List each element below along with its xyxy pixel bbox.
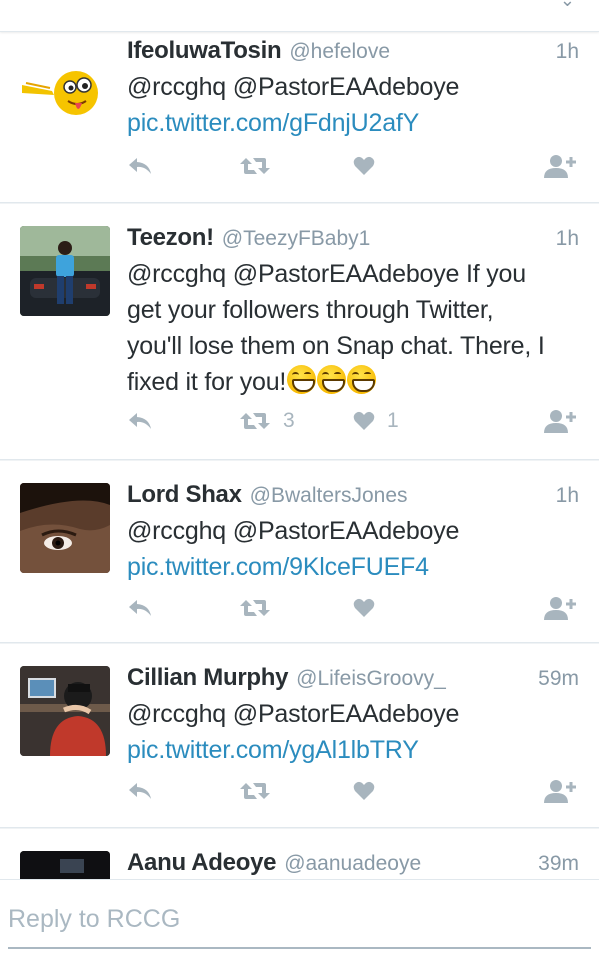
reply-icon: [129, 158, 151, 174]
reply-icon: [129, 783, 151, 799]
follow-button[interactable]: [543, 778, 579, 804]
reply-button[interactable]: [127, 597, 153, 619]
like-count: 1: [387, 409, 399, 432]
tweet-text-line: @rccghq @PastorEAAdeboye If you: [127, 260, 526, 288]
retweet-button[interactable]: [239, 780, 283, 802]
tweet[interactable]: Lord Shax @BwaltersJones 1h @rccghq @Pas…: [0, 460, 599, 643]
user-handle[interactable]: @hefelove: [289, 34, 547, 70]
avatar[interactable]: [20, 666, 110, 756]
like-button[interactable]: [353, 781, 387, 801]
tweet[interactable]: Teezon! @TeezyFBaby1 1h @rccghq @PastorE…: [0, 203, 599, 460]
tweet-header: IfeoluwaTosin @hefelove 1h: [127, 33, 579, 69]
tweet-link[interactable]: pic.twitter.com/9KlceFUEF4: [127, 549, 579, 585]
tweet[interactable]: Cillian Murphy @LifeisGroovy_ 59m @rccgh…: [0, 643, 599, 828]
user-name[interactable]: Aanu Adeoye: [127, 845, 276, 879]
user-name[interactable]: Lord Shax: [127, 477, 242, 513]
user-handle[interactable]: @aanuadeoye: [284, 846, 530, 879]
user-handle[interactable]: @LifeisGroovy_: [296, 661, 530, 697]
tweet-actions: [127, 776, 579, 806]
chevron-down-icon[interactable]: ⌄: [560, 0, 575, 11]
tweet-link[interactable]: pic.twitter.com/gFdnjU2afY: [127, 105, 579, 141]
tweet-text-fragment: fixed it for you!: [127, 368, 287, 396]
user-handle[interactable]: @TeezyFBaby1: [222, 221, 548, 257]
retweet-button[interactable]: [239, 155, 283, 177]
tweet-time: 1h: [555, 484, 579, 507]
reply-button[interactable]: [127, 410, 153, 432]
tweet-text: @rccghq @PastorEAAdeboye pic.twitter.com…: [127, 696, 579, 768]
user-name[interactable]: Teezon!: [127, 220, 214, 256]
like-icon: [353, 411, 375, 430]
tweet-text-line: get your followers through Twitter,: [127, 296, 494, 324]
retweet-count: 3: [283, 409, 295, 432]
like-button[interactable]: [353, 156, 387, 176]
like-icon: [353, 156, 375, 175]
retweet-icon: [240, 783, 270, 799]
follow-icon: [544, 410, 576, 433]
reply-input[interactable]: [8, 904, 591, 934]
tweet-mentions: @rccghq @PastorEAAdeboye: [127, 700, 460, 728]
user-name[interactable]: Cillian Murphy: [127, 660, 288, 696]
retweet-icon: [240, 413, 270, 429]
tweet-header: Cillian Murphy @LifeisGroovy_ 59m: [127, 660, 579, 696]
reply-icon: [129, 413, 151, 429]
reply-icon: [129, 600, 151, 616]
follow-button[interactable]: [543, 595, 579, 621]
like-icon: [353, 598, 375, 617]
like-button[interactable]: 1: [353, 409, 399, 433]
user-name[interactable]: IfeoluwaTosin: [127, 33, 282, 69]
tweet-actions: [127, 151, 579, 181]
avatar[interactable]: [20, 41, 110, 131]
reply-composer: [0, 879, 599, 960]
reply-button[interactable]: [127, 155, 153, 177]
retweet-icon: [240, 158, 270, 174]
tweet-header: Lord Shax @BwaltersJones 1h: [127, 477, 579, 513]
retweet-button[interactable]: 3: [239, 409, 295, 433]
avatar[interactable]: [20, 483, 110, 573]
tweet-header: Aanu Adeoye @aanuadeoye 39m: [127, 845, 579, 879]
avatar[interactable]: [20, 226, 110, 316]
tweet-time: 1h: [555, 227, 579, 250]
reply-input-underline: [8, 947, 591, 949]
grinning-face-emoji: [287, 365, 317, 394]
tweet-mentions: @rccghq @PastorEAAdeboye: [127, 73, 460, 101]
tweet-text-line-last: fixed it for you!: [127, 364, 579, 400]
tweet-text-line: you'll lose them on Snap chat. There, I: [127, 332, 545, 360]
tweet[interactable]: IfeoluwaTosin @hefelove 1h @rccghq @Past…: [0, 33, 599, 203]
avatar[interactable]: [20, 851, 110, 879]
tweet-header: Teezon! @TeezyFBaby1 1h: [127, 220, 579, 256]
tweet-link[interactable]: pic.twitter.com/ygAl1lbTRY: [127, 732, 579, 768]
tweet-mentions: @rccghq @PastorEAAdeboye: [127, 517, 460, 545]
grinning-face-emoji: [317, 365, 347, 394]
previous-tweet-edge: ⌄: [0, 0, 599, 32]
timeline[interactable]: IfeoluwaTosin @hefelove 1h @rccghq @Past…: [0, 33, 599, 879]
tweet-actions: 3 1: [127, 406, 579, 436]
follow-button[interactable]: [543, 153, 579, 179]
retweet-button[interactable]: [239, 597, 283, 619]
tweet-text: @rccghq @PastorEAAdeboye If you get your…: [127, 256, 579, 400]
grinning-face-emoji: [347, 365, 377, 394]
follow-icon: [544, 597, 576, 620]
follow-button[interactable]: [543, 408, 579, 434]
like-icon: [353, 781, 375, 800]
follow-icon: [544, 780, 576, 803]
tweet-text: @rccghq @PastorEAAdeboye pic.twitter.com…: [127, 69, 579, 141]
tweet-time: 39m: [538, 852, 579, 875]
tweet[interactable]: Aanu Adeoye @aanuadeoye 39m: [0, 828, 599, 879]
tweet-text: @rccghq @PastorEAAdeboye pic.twitter.com…: [127, 513, 579, 585]
reply-button[interactable]: [127, 780, 153, 802]
user-handle[interactable]: @BwaltersJones: [250, 478, 548, 514]
follow-icon: [544, 155, 576, 178]
tweet-actions: [127, 593, 579, 623]
tweet-time: 1h: [555, 40, 579, 63]
retweet-icon: [240, 600, 270, 616]
like-button[interactable]: [353, 598, 387, 618]
tweet-time: 59m: [538, 667, 579, 690]
